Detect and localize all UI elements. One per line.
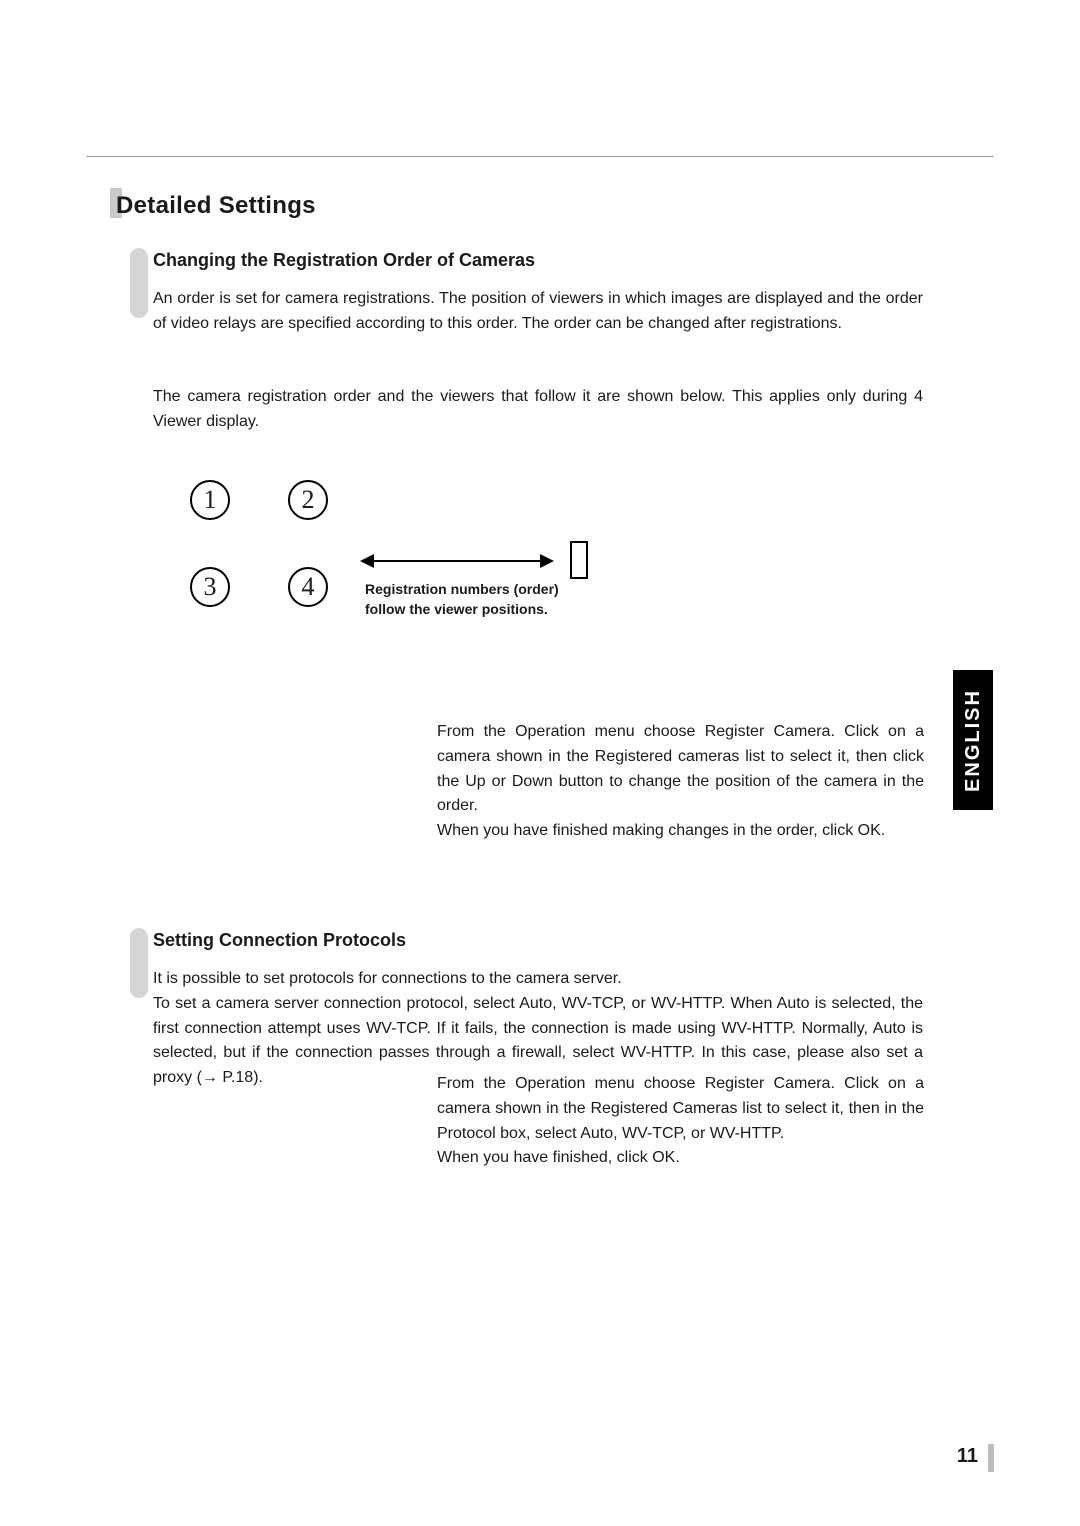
viewer-cell-2: 2 [288,480,328,520]
viewer-cell-1: 1 [190,480,230,520]
section-bullet-icon [130,248,148,318]
top-divider [86,156,994,157]
viewer-order-diagram: 1 2 3 4 Registration numbers (order) fol… [170,465,610,665]
section-heading-registration-order: Changing the Registration Order of Camer… [153,250,535,271]
arrow-line [365,560,545,562]
manual-page: Detailed Settings Changing the Registrat… [0,0,1080,1526]
language-label: ENGLISH [962,689,985,792]
page-number: 11 [957,1445,978,1468]
page-title: Detailed Settings [116,192,316,220]
footer-accent-bar [988,1444,994,1472]
section-0-instructions: From the Operation menu choose Register … [437,720,924,844]
section-0-paragraph-1: The camera registration order and the vi… [153,385,923,435]
language-tab: ENGLISH [953,670,993,810]
arrow-right-head-icon [540,554,554,568]
section-1-instructions: From the Operation menu choose Register … [437,1072,924,1171]
viewer-cell-4: 4 [288,567,328,607]
arrow-label: Registration numbers (order) follow the … [365,579,575,620]
section-bullet-icon [130,928,148,998]
viewer-cell-3: 3 [190,567,230,607]
section-heading-connection-protocols: Setting Connection Protocols [153,930,406,951]
section-0-paragraph-0: An order is set for camera registrations… [153,287,923,337]
single-viewer-icon [570,541,588,579]
